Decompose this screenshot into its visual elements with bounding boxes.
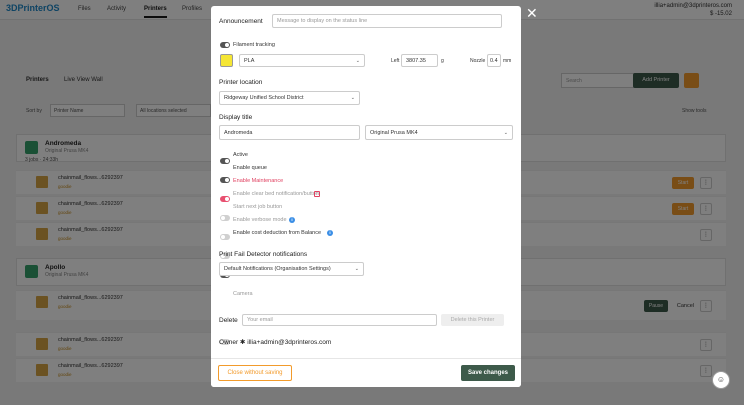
- left-unit: g: [441, 58, 444, 64]
- announcement-label: Announcement: [219, 18, 263, 25]
- cost-deduction-label: Enable cost deduction from Balance: [233, 230, 322, 236]
- nozzle-input[interactable]: 0.4: [487, 54, 501, 67]
- clear-bed-toggle[interactable]: [220, 215, 230, 221]
- nozzle-unit: mm: [503, 58, 512, 64]
- start-next-job-label: Start next job button: [233, 204, 283, 210]
- enable-queue-label: Enable queue: [233, 165, 267, 171]
- print-fail-value: Default Notifications (Organisation Sett…: [224, 266, 331, 272]
- chevron-down-icon: ⌄: [350, 95, 355, 101]
- delete-printer-button[interactable]: Delete this Printer: [441, 314, 504, 326]
- chevron-down-icon: ⌄: [503, 129, 508, 136]
- close-without-saving-button[interactable]: Close without saving: [218, 365, 292, 381]
- verbose-mode-label: Enable verbose mode: [233, 217, 287, 223]
- camera-label: Camera: [233, 291, 253, 297]
- filament-type-value: PLA: [244, 57, 255, 64]
- display-title-input[interactable]: Andromeda: [219, 125, 360, 140]
- modal-body: Announcement Message to display on the s…: [211, 6, 521, 358]
- enable-maintenance-toggle[interactable]: [220, 196, 230, 202]
- modal-footer: Close without saving Save changes: [211, 358, 521, 387]
- owner-text: Owner ✱ illia+admin@3dprinteros.com: [219, 339, 332, 346]
- printer-settings-modal: Announcement Message to display on the s…: [211, 6, 521, 387]
- filament-tracking-toggle[interactable]: [220, 42, 230, 48]
- info-icon[interactable]: i: [289, 217, 295, 223]
- left-label: Left: [391, 58, 400, 64]
- delete-label: Delete: [219, 317, 238, 324]
- active-toggle[interactable]: [220, 158, 230, 164]
- chat-icon[interactable]: ☺: [712, 371, 730, 389]
- printer-location-value: Ridgeway Unified School District: [224, 95, 304, 101]
- filament-color-swatch[interactable]: [220, 54, 233, 67]
- nozzle-label: Nozzle: [470, 58, 486, 64]
- print-fail-label: Print Fail Detector notifications: [219, 251, 308, 258]
- printer-model-value: Original Prusa MK4: [370, 129, 418, 136]
- start-next-job-toggle[interactable]: [220, 234, 230, 240]
- info-icon[interactable]: i: [327, 230, 333, 236]
- warning-icon: !: [314, 191, 320, 197]
- clear-bed-label: Enable clear bed notification/button: [233, 191, 319, 197]
- close-icon[interactable]: ✕: [526, 5, 538, 22]
- enable-maintenance-label: Enable Maintenance: [233, 178, 284, 184]
- active-label: Active: [233, 152, 248, 158]
- printer-location-select[interactable]: Ridgeway Unified School District ⌄: [219, 91, 360, 105]
- printer-model-select[interactable]: Original Prusa MK4 ⌄: [365, 125, 513, 140]
- printer-location-label: Printer location: [219, 79, 263, 86]
- print-fail-select[interactable]: Default Notifications (Organisation Sett…: [219, 262, 364, 276]
- chevron-down-icon: ⌄: [355, 57, 360, 64]
- announcement-input[interactable]: Message to display on the status line: [272, 14, 502, 28]
- save-changes-button[interactable]: Save changes: [461, 365, 515, 381]
- filament-type-select[interactable]: PLA ⌄: [239, 54, 365, 67]
- display-title-label: Display title: [219, 114, 253, 121]
- delete-confirm-email-input[interactable]: Your email: [242, 314, 437, 326]
- enable-queue-toggle[interactable]: [220, 177, 230, 183]
- chevron-down-icon: ⌄: [354, 266, 359, 272]
- filament-tracking-label: Filament tracking: [233, 42, 275, 48]
- left-amount-input[interactable]: 3807.35: [401, 54, 438, 67]
